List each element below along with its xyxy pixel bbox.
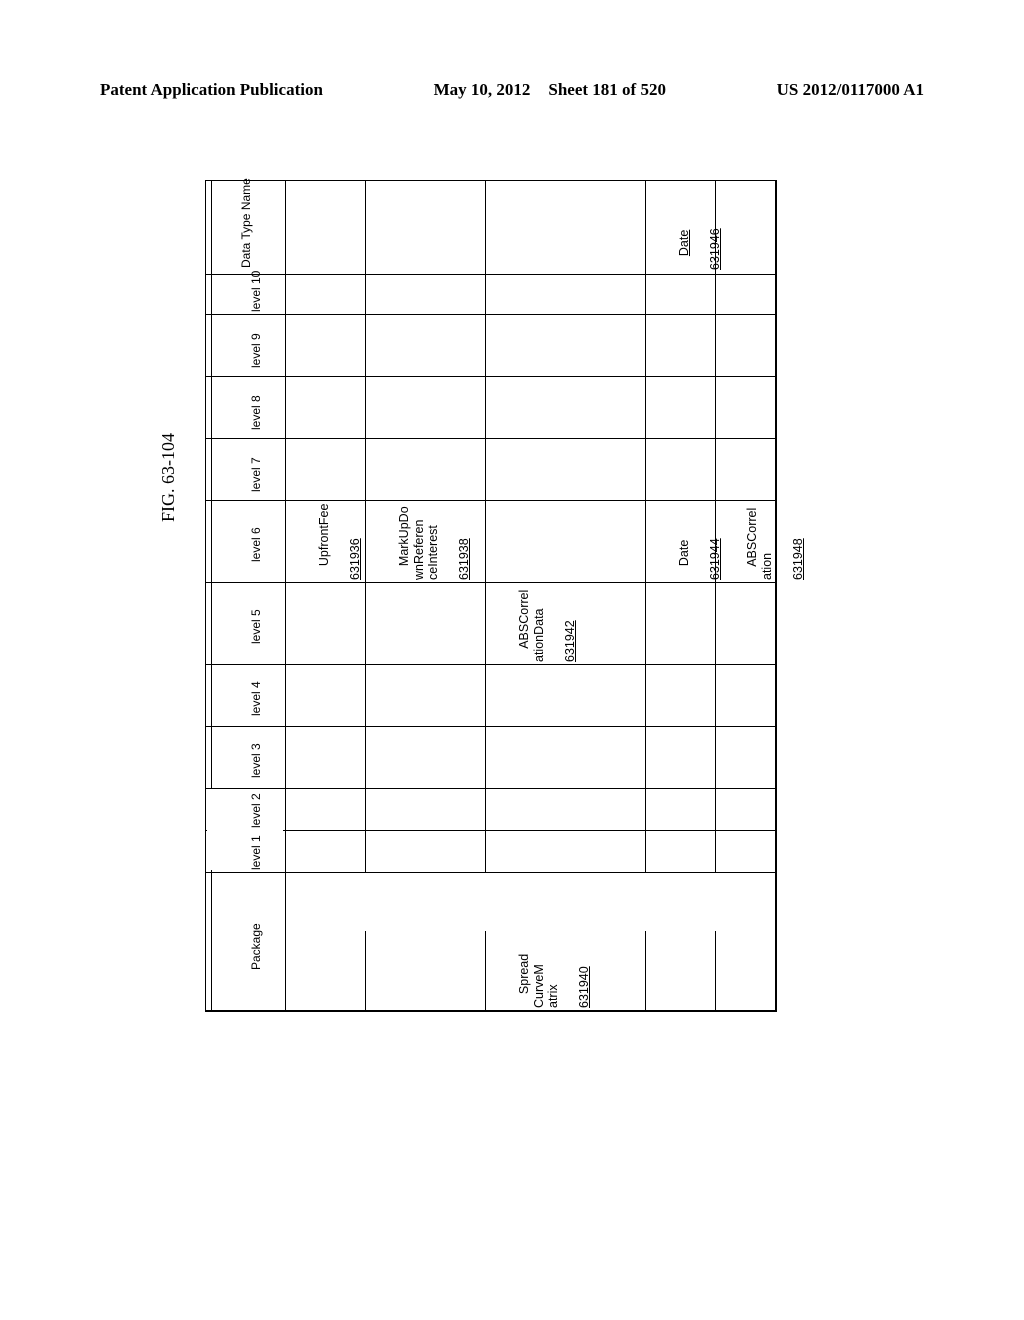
row5-level6: ABSCorrel ation 631948 bbox=[731, 508, 834, 580]
col-level3: level 3 bbox=[249, 743, 263, 778]
header-pubno: US 2012/0117000 A1 bbox=[777, 80, 924, 100]
row2-level6: MarkUpDo wnReferen ceInterest 631938 bbox=[383, 506, 500, 580]
col-level1: level 1 bbox=[249, 835, 263, 870]
page-header: Patent Application Publication May 10, 2… bbox=[0, 80, 1024, 100]
col-package: Package bbox=[249, 923, 263, 970]
header-title: Patent Application Publication bbox=[100, 80, 323, 100]
col-level10: level 10 bbox=[249, 271, 263, 312]
col-level9: level 9 bbox=[249, 333, 263, 368]
col-level6: level 6 bbox=[249, 527, 263, 562]
col-level5: level 5 bbox=[249, 609, 263, 644]
header-date: May 10, 2012 bbox=[434, 80, 531, 100]
header-sheet: Sheet 181 of 520 bbox=[548, 80, 666, 100]
col-datatype: Data Type Name bbox=[239, 178, 253, 268]
row3-level5: ABSCorrel ationData 631942 bbox=[503, 590, 606, 662]
row1-level6: UpfrontFee 631936 bbox=[303, 504, 391, 580]
col-level7: level 7 bbox=[249, 457, 263, 492]
col-level2: level 2 bbox=[249, 793, 263, 828]
row4-datatype: Date 631946 bbox=[663, 228, 751, 270]
col-level8: level 8 bbox=[249, 395, 263, 430]
figure-table: Data Type Name level 10 level 9 level 8 … bbox=[205, 180, 775, 1012]
col-level4: level 4 bbox=[249, 681, 263, 716]
row3-package: Spread CurveM atrix 631940 bbox=[503, 954, 620, 1008]
figure-label: FIG. 63-104 bbox=[158, 433, 179, 522]
